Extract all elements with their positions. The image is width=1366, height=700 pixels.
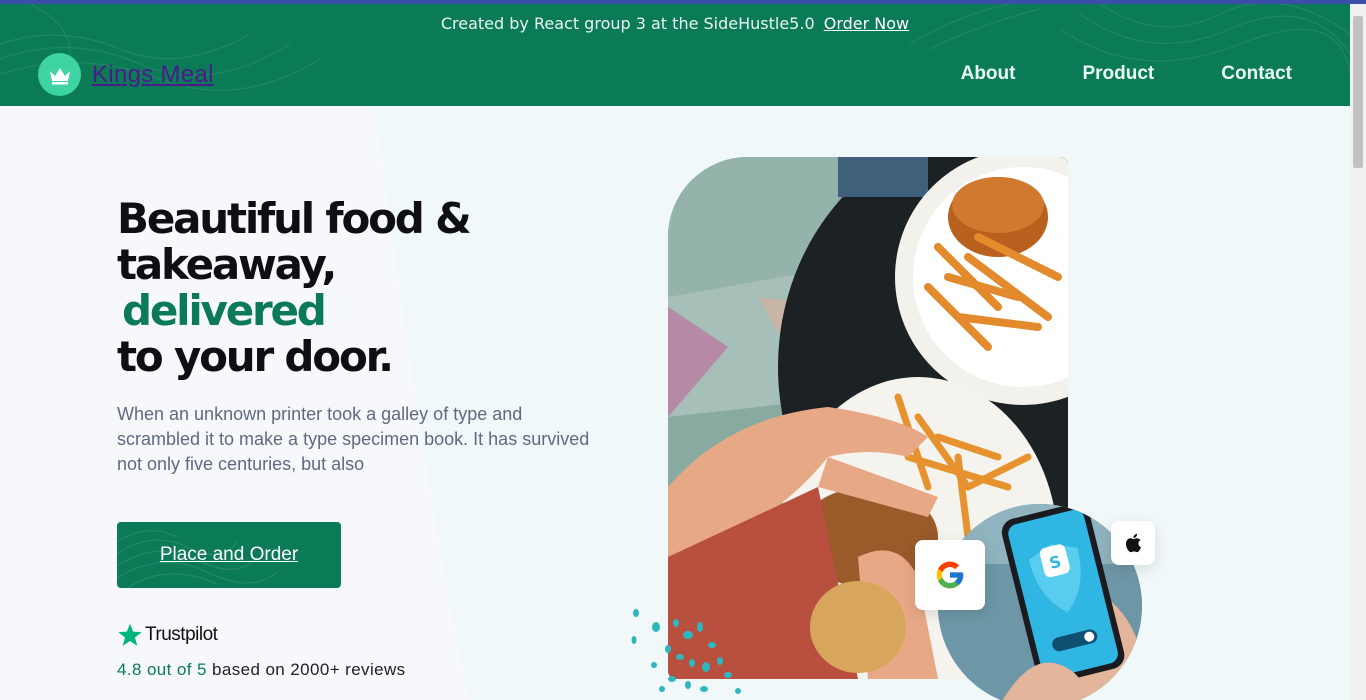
place-order-button[interactable]: Place and Order <box>117 522 341 588</box>
order-now-link[interactable]: Order Now <box>824 14 909 33</box>
logo-badge <box>38 53 81 96</box>
nav-about[interactable]: About <box>961 63 1016 85</box>
hero-description: When an unknown printer took a galley of… <box>117 404 590 474</box>
page-scrollbar[interactable] <box>1350 4 1366 700</box>
trustpilot-name: Trustpilot <box>145 624 218 645</box>
crown-icon <box>49 67 70 84</box>
trustpilot-badge[interactable]: Trustpilot <box>117 622 218 648</box>
app-store-badge[interactable] <box>1111 521 1155 565</box>
nav-product[interactable]: Product <box>1082 63 1154 85</box>
nav-contact[interactable]: Contact <box>1221 63 1292 85</box>
hero-title-line-2: takeaway, <box>117 240 337 289</box>
rating-count: based on 2000+ reviews <box>212 660 406 679</box>
hero-title-highlight: delivered <box>122 286 327 335</box>
apple-icon <box>1126 533 1141 553</box>
site-header: Created by React group 3 at the SideHust… <box>0 4 1350 106</box>
decorative-dots <box>631 609 741 694</box>
review-rating: 4.8 out of 5 based on 2000+ reviews <box>117 660 406 680</box>
place-order-label: Place and Order <box>159 544 299 565</box>
scrollbar-thumb[interactable] <box>1353 16 1363 168</box>
hero-title-line-4: to your door. <box>117 332 394 381</box>
brand-logo[interactable]: Kings Meal <box>38 53 214 96</box>
announcement-text: Created by React group 3 at the SideHust… <box>440 14 815 33</box>
google-icon <box>936 561 964 589</box>
main-nav: About Product Contact <box>894 63 1292 85</box>
star-icon <box>118 623 142 646</box>
announcement-bar: Created by React group 3 at the SideHust… <box>0 14 1350 33</box>
google-play-badge[interactable] <box>915 540 985 610</box>
brand-name-link[interactable]: Kings Meal <box>92 61 214 89</box>
rating-score: 4.8 out of 5 <box>117 660 207 679</box>
hero-title-line-1: Beautiful food & <box>117 194 472 243</box>
hero-title: Beautiful food & takeaway, delivered to … <box>117 196 577 380</box>
